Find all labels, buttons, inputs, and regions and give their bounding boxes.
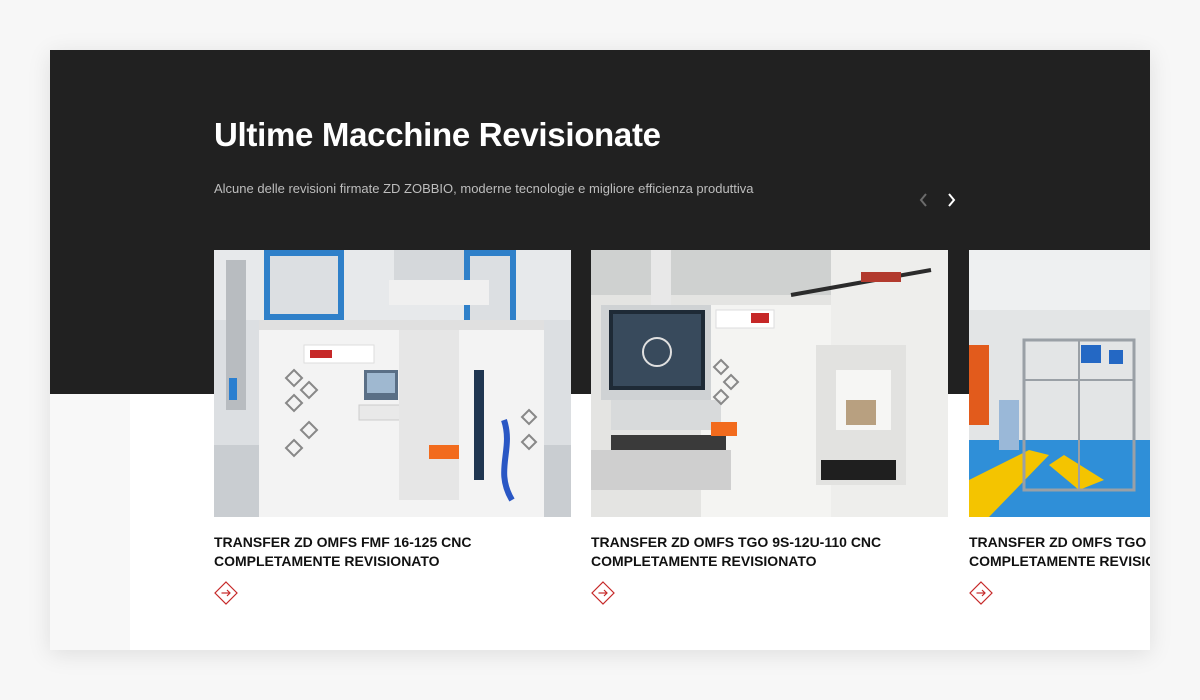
card-title[interactable]: TRANSFER ZD OMFS FMF 16-125 CNC COMPLETA…: [214, 533, 514, 571]
machine-image[interactable]: [214, 250, 571, 517]
machine-card: TRANSFER ZD OMFS TGO 1… COMPLETAMENTE RE…: [969, 250, 1150, 605]
page-frame: Ultime Macchine Revisionate Alcune delle…: [50, 50, 1150, 650]
card-link-button[interactable]: [591, 581, 615, 605]
arrow-right-diamond-icon: [969, 581, 993, 605]
side-strip: [50, 394, 130, 650]
machine-image[interactable]: [591, 250, 948, 517]
carousel-next-button[interactable]: [939, 188, 963, 212]
machine-photo: [969, 250, 1150, 517]
card-link-button[interactable]: [214, 581, 238, 605]
card-link-button[interactable]: [969, 581, 993, 605]
card-title[interactable]: TRANSFER ZD OMFS TGO 9S-12U-110 CNC COMP…: [591, 533, 891, 571]
chevron-left-icon: [919, 193, 927, 207]
machine-photo: [214, 250, 571, 517]
card-title[interactable]: TRANSFER ZD OMFS TGO 1… COMPLETAMENTE RE…: [969, 533, 1150, 571]
machine-card: TRANSFER ZD OMFS FMF 16-125 CNC COMPLETA…: [214, 250, 571, 605]
arrow-right-diamond-icon: [214, 581, 238, 605]
carousel-prev-button[interactable]: [912, 188, 936, 212]
chevron-right-icon: [948, 193, 956, 207]
section-subtitle: Alcune delle revisioni firmate ZD ZOBBIO…: [214, 181, 754, 196]
machine-image[interactable]: [969, 250, 1150, 517]
machine-photo: [591, 250, 948, 517]
machine-card: TRANSFER ZD OMFS TGO 9S-12U-110 CNC COMP…: [591, 250, 948, 605]
arrow-right-diamond-icon: [591, 581, 615, 605]
section-title: Ultime Macchine Revisionate: [214, 116, 661, 153]
